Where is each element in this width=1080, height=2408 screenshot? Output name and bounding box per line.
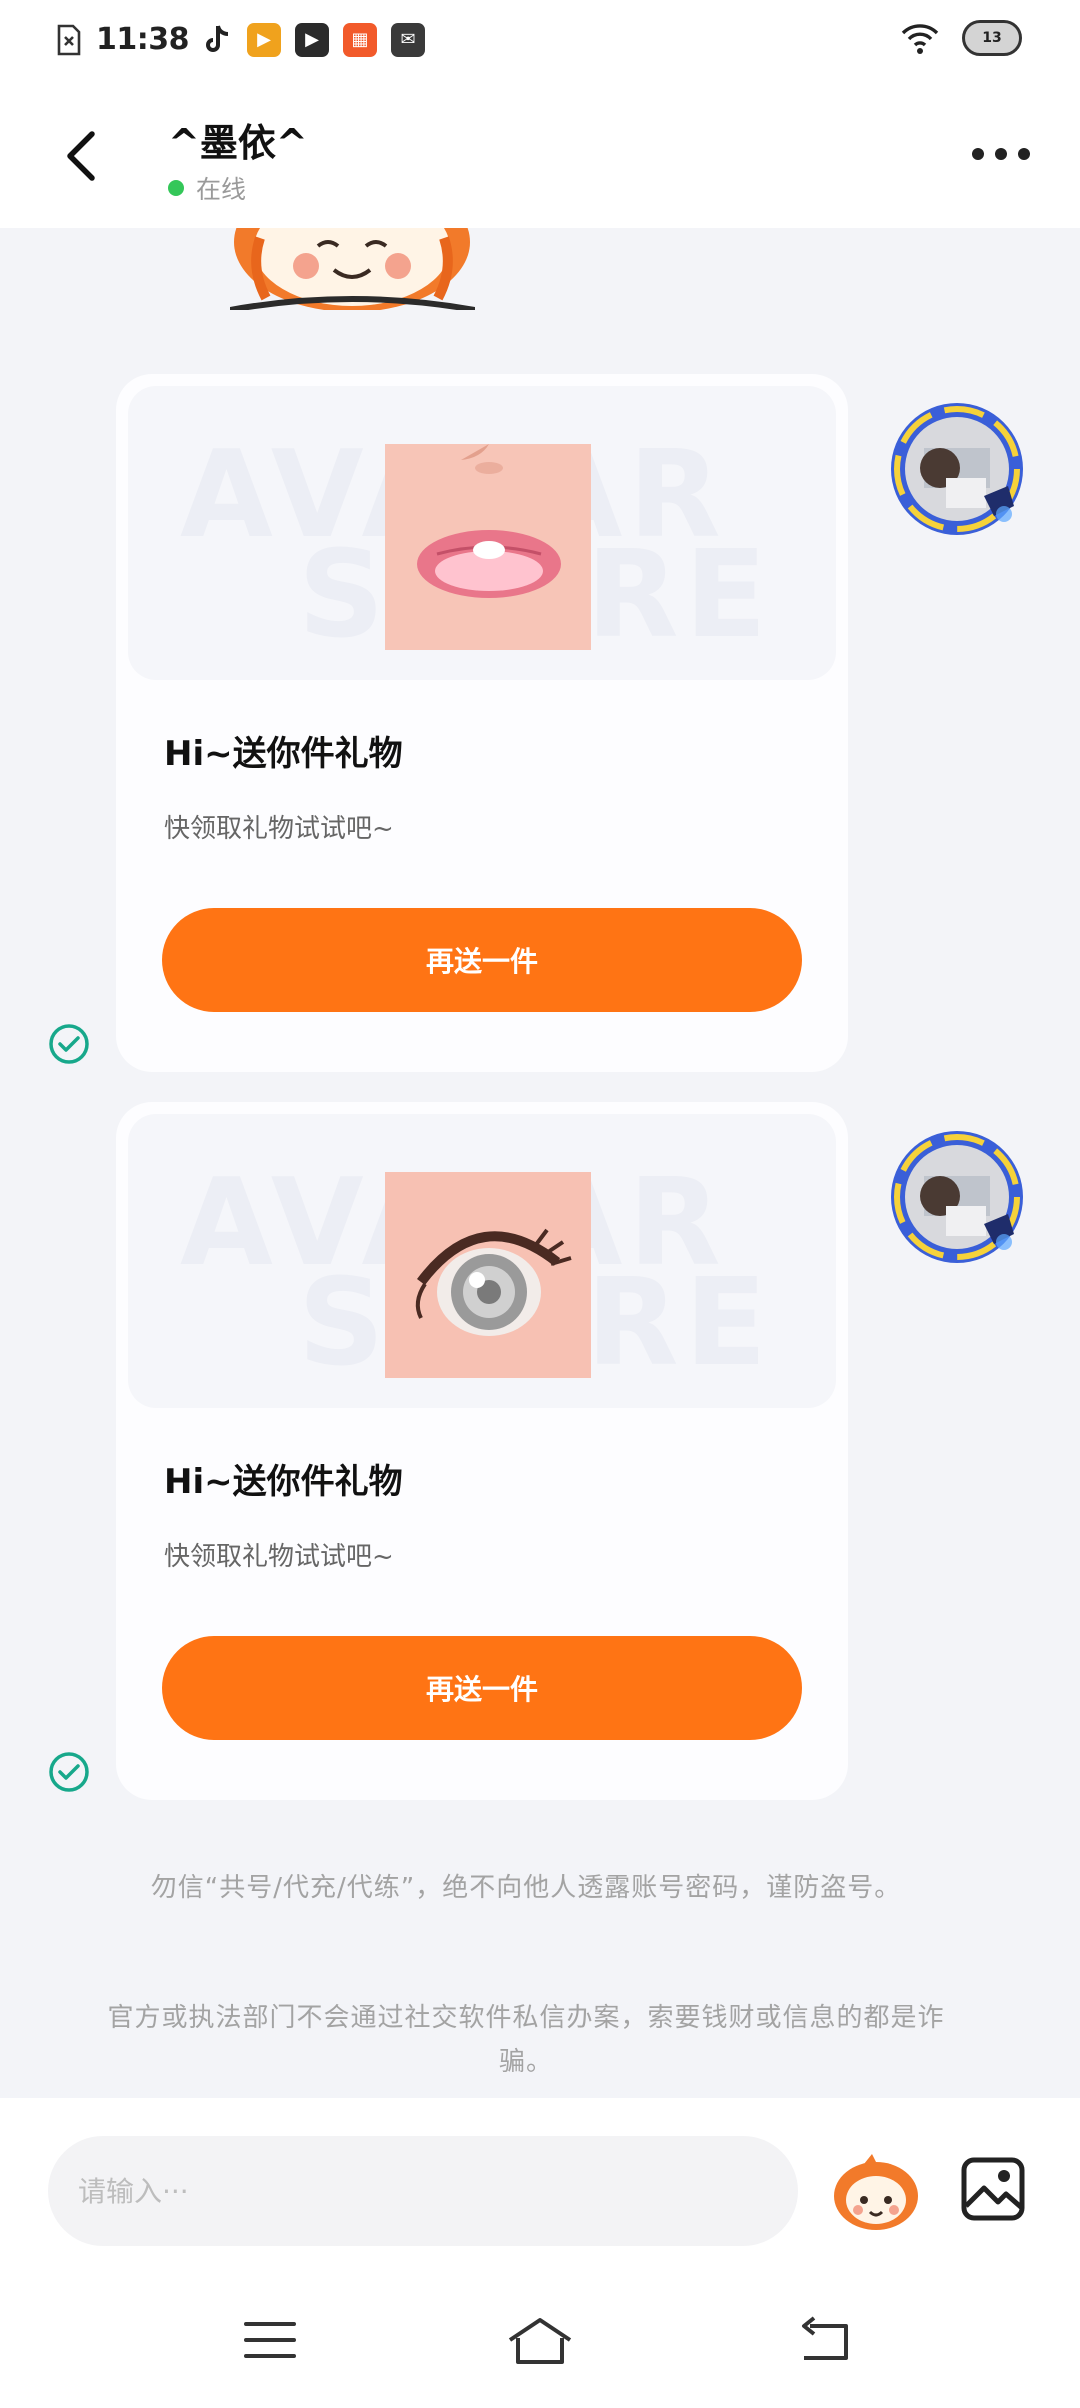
sticker-button[interactable]	[830, 2152, 922, 2232]
mascot-sticker-icon	[230, 228, 475, 310]
gift-item-image[interactable]	[385, 1172, 591, 1378]
battery-level: 13	[982, 30, 1002, 46]
menu-icon	[244, 2322, 296, 2358]
input-bar	[0, 2098, 1080, 2248]
gift-item-image[interactable]	[385, 444, 591, 650]
image-icon	[961, 2157, 1025, 2221]
security-notice: 勿信“共号/代充/代练”，绝不向他人透露账号密码，谨防盗号。	[150, 1873, 902, 1903]
sticker-message[interactable]	[230, 228, 475, 310]
home-button[interactable]	[504, 2316, 576, 2366]
contact-name[interactable]: ^墨依^	[168, 112, 308, 167]
send-again-button[interactable]: 再送一件	[162, 1636, 802, 1740]
mail-icon: ✉	[391, 22, 425, 57]
home-icon	[508, 2318, 572, 2364]
status-bar: 11:38 ▶ ▶ ▦ ✉ 13	[0, 0, 1080, 84]
more-dot	[995, 148, 1007, 160]
video-app-icon: ▶	[247, 22, 281, 57]
user-avatar[interactable]	[884, 396, 1030, 542]
battery-indicator: 13	[962, 20, 1022, 56]
more-dot	[1018, 148, 1030, 160]
return-icon	[802, 2316, 848, 2360]
status-left: 11:38 ▶ ▶ ▦ ✉	[56, 22, 425, 57]
message-input[interactable]	[48, 2136, 798, 2246]
online-status-text: 在线	[196, 175, 247, 204]
read-receipt-icon	[48, 1751, 90, 1793]
gift-subtitle: 快领取礼物试试吧~	[164, 1542, 394, 1572]
chat-header: ^墨依^ 在线	[0, 84, 1080, 228]
gift-subtitle: 快领取礼物试试吧~	[164, 814, 394, 844]
play-icon: ▶	[295, 22, 329, 57]
mascot-sticker-icon	[834, 2154, 918, 2230]
gift-card[interactable]: AVATAR STORE Hi~送你件礼物 快领取礼物试试吧~ 再送一件	[116, 1102, 848, 1800]
gift-title: Hi~送你件礼物	[164, 1462, 403, 1502]
status-time: 11:38	[96, 22, 190, 57]
security-notice: 官方或执法部门不会通过社交软件私信办案，索要钱财或信息的都是诈骗。	[107, 2003, 945, 2077]
avatar-frame-icon	[891, 1131, 1023, 1263]
status-right: 13	[900, 20, 1022, 56]
read-receipt-icon	[48, 1023, 90, 1065]
back-nav-button[interactable]	[794, 2316, 854, 2366]
send-again-button[interactable]: 再送一件	[162, 908, 802, 1012]
online-status: 在线	[168, 170, 246, 206]
gift-preview: AVATAR STORE	[128, 1114, 836, 1408]
back-button[interactable]	[56, 126, 106, 186]
image-button[interactable]	[960, 2156, 1026, 2222]
more-options-button[interactable]	[966, 138, 1036, 170]
more-dot	[972, 148, 984, 160]
recents-button[interactable]	[240, 2316, 300, 2366]
gift-preview: AVATAR STORE	[128, 386, 836, 680]
eye-icon	[385, 1172, 591, 1378]
avatar-frame-icon	[891, 403, 1023, 535]
online-dot	[168, 180, 184, 196]
lips-icon	[385, 444, 591, 650]
back-arrow-icon	[67, 131, 95, 181]
file-x-icon	[57, 24, 81, 55]
app-icon: ▦	[343, 22, 377, 57]
gift-title: Hi~送你件礼物	[164, 734, 403, 774]
user-avatar[interactable]	[884, 1124, 1030, 1270]
tiktok-icon	[206, 24, 229, 52]
chat-area[interactable]: AVATAR STORE Hi~送你件礼物 快领取礼物试试吧~ 再送一件	[0, 228, 1080, 2098]
navigation-bar	[0, 2248, 1080, 2408]
gift-card[interactable]: AVATAR STORE Hi~送你件礼物 快领取礼物试试吧~ 再送一件	[116, 374, 848, 1072]
wifi-icon	[901, 24, 939, 54]
